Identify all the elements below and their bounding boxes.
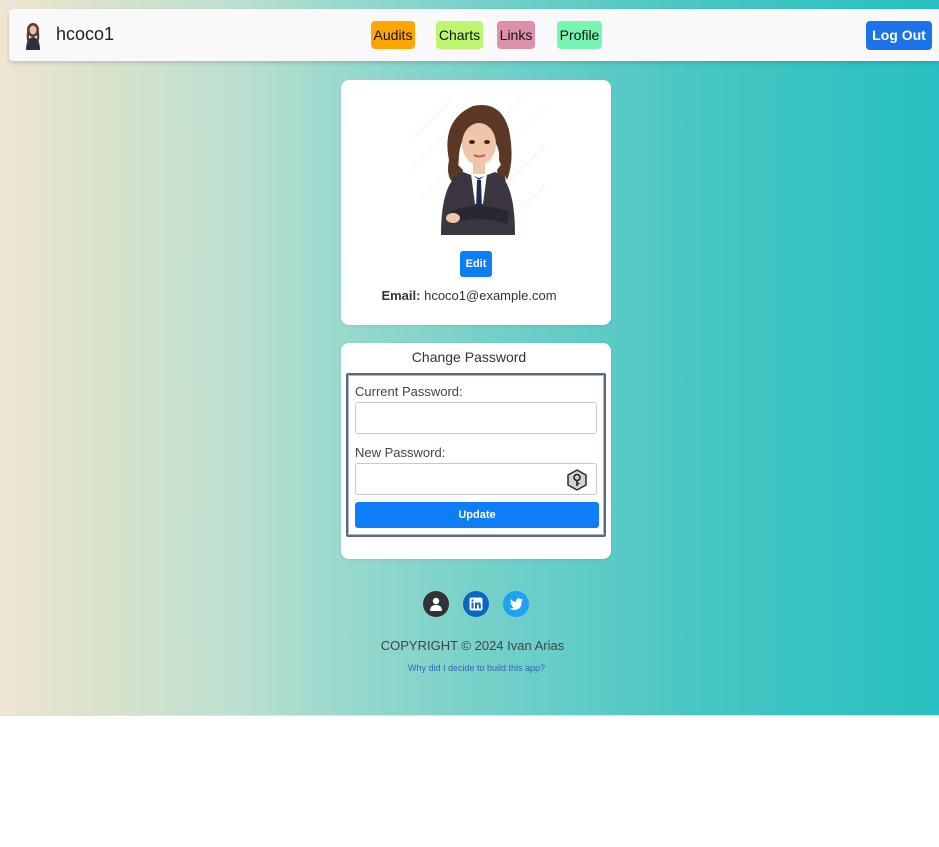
nav-links[interactable]: Links xyxy=(497,21,535,49)
user-avatar-icon[interactable] xyxy=(23,22,43,50)
user-glyph-icon xyxy=(430,597,442,611)
twitter-bird-icon xyxy=(509,598,523,610)
current-password-label: Current Password: xyxy=(355,384,463,399)
user-icon[interactable] xyxy=(423,591,449,617)
new-password-input[interactable] xyxy=(355,463,597,495)
change-password-form: Current Password: New Password: Update xyxy=(346,373,606,537)
update-button[interactable]: Update xyxy=(355,502,599,528)
navbar: hcoco1 Audits Charts Links Profile Log O… xyxy=(9,9,939,61)
email-label: Email: xyxy=(381,288,421,303)
logout-button[interactable]: Log Out xyxy=(866,21,932,50)
why-build-link[interactable]: Why did I decide to build this app? xyxy=(0,663,939,673)
linkedin-glyph-icon xyxy=(469,597,483,611)
current-password-input[interactable] xyxy=(355,402,597,434)
new-password-label: New Password: xyxy=(355,445,446,460)
change-password-card: Change Password Current Password: New Pa… xyxy=(341,343,611,559)
nav-audits[interactable]: Audits xyxy=(371,21,415,49)
copyright-text: COPYRIGHT © 2024 Ivan Arias xyxy=(380,638,565,653)
edit-button[interactable]: Edit xyxy=(460,251,492,277)
email-row: Email: hcoco1@example.com xyxy=(341,288,597,303)
twitter-icon[interactable] xyxy=(503,591,529,617)
change-password-title: Change Password xyxy=(411,349,527,365)
password-key-icon[interactable] xyxy=(566,469,588,491)
profile-avatar xyxy=(411,100,545,235)
nav-charts[interactable]: Charts xyxy=(436,21,483,49)
linkedin-icon[interactable] xyxy=(463,591,489,617)
brand-username[interactable]: hcoco1 xyxy=(56,24,114,45)
nav-profile[interactable]: Profile xyxy=(557,21,602,49)
email-value: hcoco1@example.com xyxy=(424,288,557,303)
profile-card: Edit Email: hcoco1@example.com xyxy=(341,80,611,325)
